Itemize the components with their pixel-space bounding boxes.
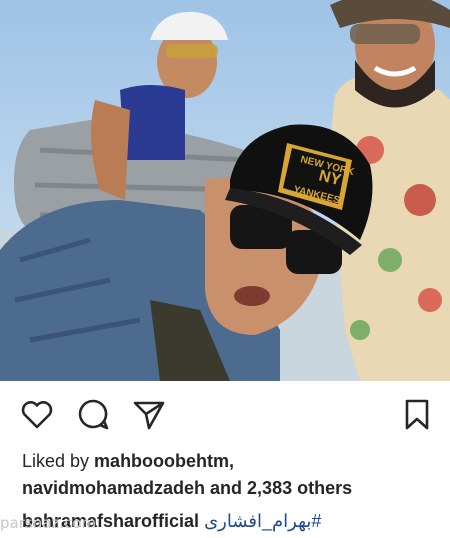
photo-illustration: NEW YORK NY YANKEES	[0, 0, 450, 381]
caption-hashtag[interactable]: #بهرام_افشاری	[204, 511, 321, 531]
liker-link-2[interactable]: navidmohamadzadeh	[22, 478, 205, 498]
likes-line-2: navidmohamadzadeh and 2,383 others	[22, 475, 442, 502]
heart-icon[interactable]	[20, 397, 54, 431]
likes-line-1: Liked by mahbooobehtm,	[22, 448, 442, 475]
likes-prefix: Liked by	[22, 451, 95, 471]
share-icon[interactable]	[132, 397, 166, 431]
liker-link-1[interactable]: mahbooobehtm	[94, 451, 229, 471]
post-photo[interactable]: NEW YORK NY YANKEES	[0, 0, 450, 381]
watermark: parsnaz.com	[0, 514, 97, 532]
comment-icon[interactable]	[76, 397, 110, 431]
bookmark-icon[interactable]	[400, 397, 434, 431]
likes-count[interactable]: and 2,383 others	[205, 478, 352, 498]
liker-1-suffix: ,	[229, 451, 235, 471]
action-bar	[0, 381, 450, 447]
